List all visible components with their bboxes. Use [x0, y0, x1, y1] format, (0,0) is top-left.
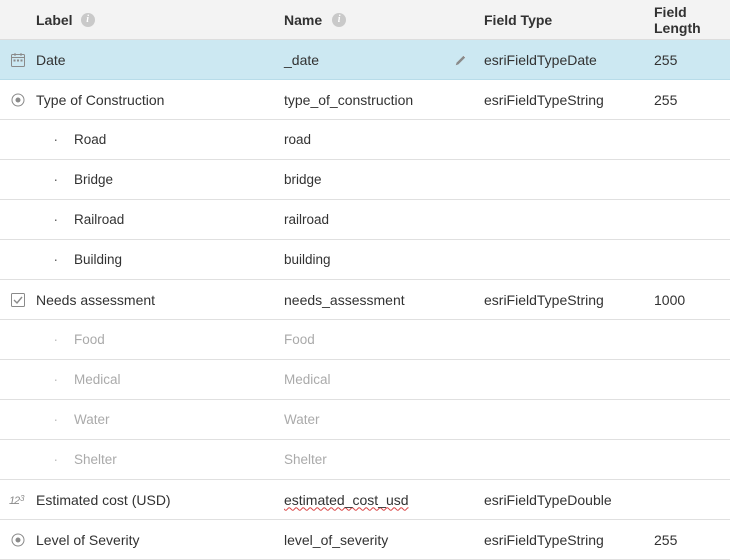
table-row[interactable]: ·Buildingbuilding	[0, 240, 730, 280]
table-row[interactable]: ·ShelterShelter	[0, 440, 730, 480]
field-length: 1000	[654, 292, 726, 308]
field-label: Type of Construction	[32, 92, 284, 108]
table-row[interactable]: Needs assessmentneeds_assessmentesriFiel…	[0, 280, 730, 320]
choice-name: Water	[284, 412, 484, 427]
field-length: 255	[654, 92, 726, 108]
field-name: needs_assessment	[284, 292, 484, 308]
choice-name: road	[284, 132, 484, 147]
bullet-icon: ·	[54, 172, 59, 187]
bullet-icon: ·	[54, 452, 59, 467]
choice-name: Shelter	[284, 452, 484, 467]
table-row[interactable]: ·Railroadrailroad	[0, 200, 730, 240]
field-length: 255	[654, 52, 726, 68]
table-row[interactable]: 1 2 3 Estimated cost (USD)estimated_cost…	[0, 480, 730, 520]
bullet-icon: ·	[54, 412, 59, 427]
field-label: Level of Severity	[32, 532, 284, 548]
checkbox-icon	[10, 292, 26, 308]
bullet-icon: ·	[54, 252, 59, 267]
bullet-icon: ·	[54, 372, 59, 387]
table-row[interactable]: ·FoodFood	[0, 320, 730, 360]
field-label: Needs assessment	[32, 292, 284, 308]
radio-icon	[10, 532, 26, 548]
header-length: Field Length	[654, 4, 726, 36]
bullet-icon: ·	[54, 212, 59, 227]
table-row[interactable]: ·Bridgebridge	[0, 160, 730, 200]
svg-text:3: 3	[20, 494, 25, 503]
header-name: Name i	[284, 12, 484, 28]
choice-name: Medical	[284, 372, 484, 387]
numeric-icon: 1 2 3	[9, 492, 27, 508]
choice-label: ·Railroad	[32, 212, 284, 227]
bullet-icon: ·	[54, 332, 59, 347]
field-type: esriFieldTypeString	[484, 292, 654, 308]
field-label: Date	[32, 52, 284, 68]
field-name: _date	[284, 52, 484, 68]
field-type: esriFieldTypeDate	[484, 52, 654, 68]
bullet-icon: ·	[54, 132, 59, 147]
choice-label: ·Building	[32, 252, 284, 267]
choice-label: ·Bridge	[32, 172, 284, 187]
table-row[interactable]: Date_date esriFieldTypeDate255	[0, 40, 730, 80]
choice-label: ·Road	[32, 132, 284, 147]
field-type: esriFieldTypeDouble	[484, 492, 654, 508]
field-label: Estimated cost (USD)	[32, 492, 284, 508]
pencil-icon[interactable]	[454, 53, 468, 67]
field-length: 255	[654, 532, 726, 548]
choice-label: ·Water	[32, 412, 284, 427]
table-row[interactable]: ·MedicalMedical	[0, 360, 730, 400]
table-header-row: Label i Name i Field Type Field Length	[0, 0, 730, 40]
choice-name: Food	[284, 332, 484, 347]
fields-table: Label i Name i Field Type Field Length D…	[0, 0, 730, 560]
header-label: Label i	[32, 12, 284, 28]
choice-name: railroad	[284, 212, 484, 227]
choice-label: ·Medical	[32, 372, 284, 387]
choice-label: ·Shelter	[32, 452, 284, 467]
field-name: type_of_construction	[284, 92, 484, 108]
table-row[interactable]: ·Roadroad	[0, 120, 730, 160]
table-row[interactable]: Level of Severitylevel_of_severityesriFi…	[0, 520, 730, 560]
field-name: estimated_cost_usd	[284, 492, 484, 508]
choice-name: bridge	[284, 172, 484, 187]
table-row[interactable]: Type of Constructiontype_of_construction…	[0, 80, 730, 120]
info-icon[interactable]: i	[332, 13, 346, 27]
info-icon[interactable]: i	[81, 13, 95, 27]
choice-name: building	[284, 252, 484, 267]
table-row[interactable]: ·WaterWater	[0, 400, 730, 440]
radio-icon	[10, 92, 26, 108]
field-type: esriFieldTypeString	[484, 532, 654, 548]
header-type: Field Type	[484, 12, 654, 28]
field-name: level_of_severity	[284, 532, 484, 548]
calendar-icon	[10, 52, 26, 68]
field-type: esriFieldTypeString	[484, 92, 654, 108]
choice-label: ·Food	[32, 332, 284, 347]
